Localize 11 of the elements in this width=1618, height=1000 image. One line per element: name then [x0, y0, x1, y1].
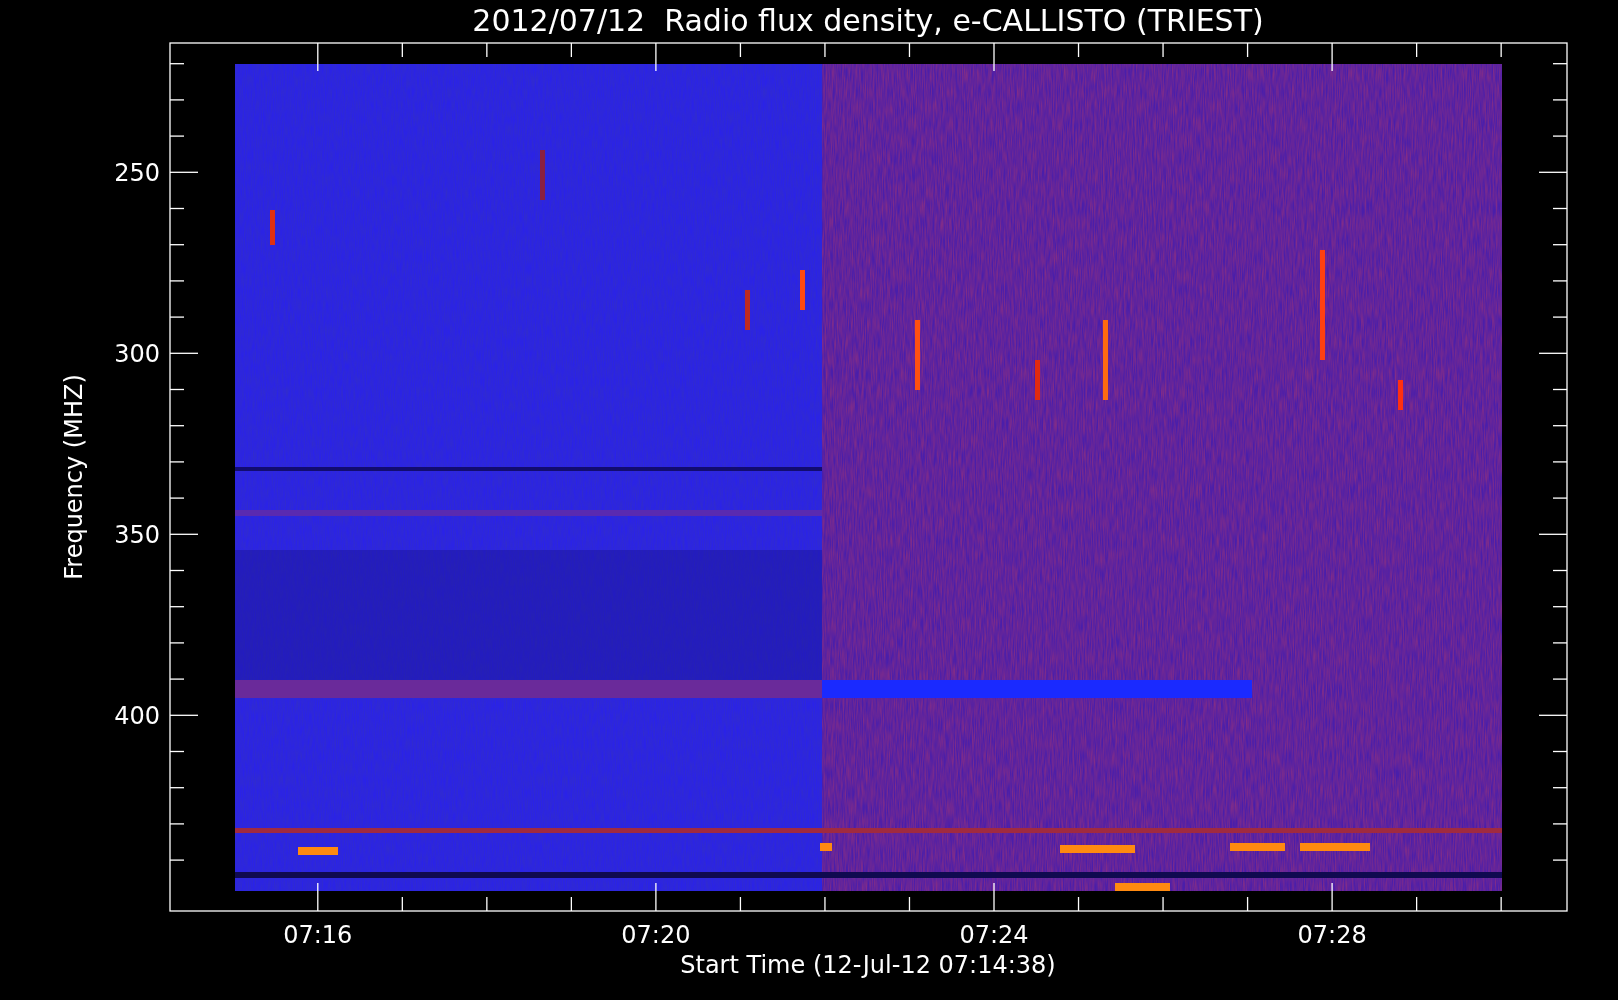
y-axis-label: Frequency (MHZ) — [60, 374, 88, 580]
x-tick-label: 07:16 — [283, 921, 353, 949]
x-axis-label: Start Time (12-Jul-12 07:14:38) — [680, 951, 1056, 979]
y-tick-label: 300 — [114, 340, 160, 369]
x-tick-label: 07:28 — [1297, 921, 1367, 949]
x-tick-label: 07:20 — [621, 921, 691, 949]
x-tick-label: 07:24 — [959, 921, 1029, 949]
y-tick-label: 350 — [114, 521, 160, 550]
y-tick-label: 400 — [114, 702, 160, 731]
chart-title: 2012/07/12 Radio flux density, e-CALLISTO (TRIEST) — [472, 3, 1264, 38]
y-tick-label: 250 — [114, 159, 160, 188]
